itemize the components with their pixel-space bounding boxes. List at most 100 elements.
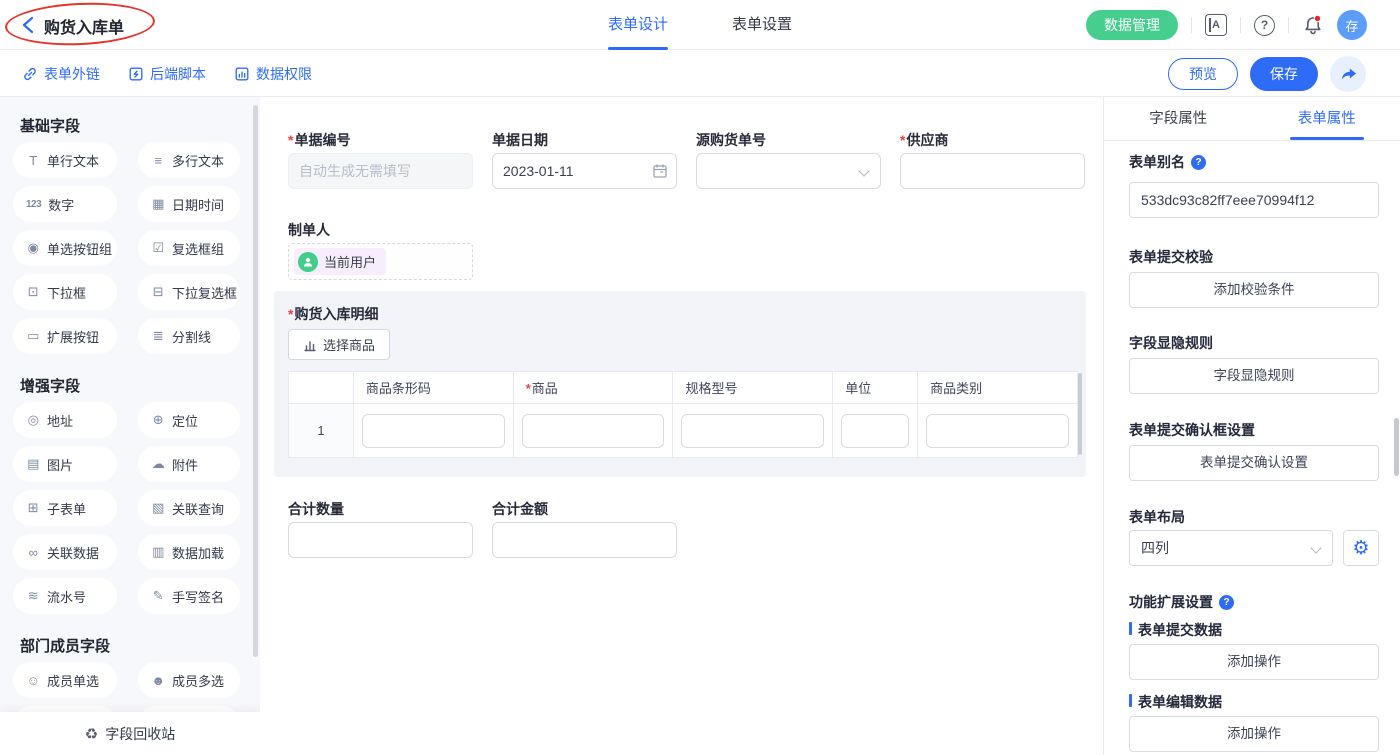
edit-data-add-button[interactable]: 添加操作	[1129, 716, 1379, 752]
spec-cell-input[interactable]	[681, 414, 824, 448]
field-item-member-multi[interactable]: ☻成员多选	[138, 662, 240, 698]
field-item-single-line-text[interactable]: T单行文本	[13, 142, 117, 178]
supplier-input[interactable]	[900, 153, 1085, 189]
data-manage-button[interactable]: 数据管理	[1086, 10, 1178, 40]
detail-table-scrollbar[interactable]	[1078, 373, 1082, 455]
submit-confirm-button[interactable]: 表单提交确认设置	[1129, 445, 1379, 481]
top-header: 购货入库单 表单设计 表单设置 数据管理 A ? 存	[0, 0, 1400, 50]
people-icon: ☻	[151, 673, 165, 688]
bill-date-picker[interactable]	[492, 153, 677, 189]
button-icon: ▭	[26, 328, 40, 344]
docs-book-icon[interactable]: A	[1205, 14, 1227, 36]
purchase-detail-section[interactable]: *购货入库明细 选择商品 商品条形码 *商品 规格型号 单位 商品类别 1	[274, 291, 1086, 477]
save-button[interactable]: 保存	[1250, 57, 1318, 91]
external-link-button[interactable]: 表单外链	[22, 64, 100, 84]
field-item-multi-line-text[interactable]: ≡多行文本	[138, 142, 240, 178]
help-icon[interactable]: ?	[1254, 15, 1275, 36]
back-icon[interactable]	[21, 16, 35, 34]
tab-field-properties[interactable]: 字段属性	[1104, 97, 1253, 140]
field-recycle-bin[interactable]: ♻ 字段回收站	[0, 712, 260, 755]
properties-panel: 字段属性 表单属性 表单别名? 表单提交校验 添加校验条件 字段显隐规则 字段显…	[1103, 97, 1400, 755]
field-item-number[interactable]: 123数字	[13, 186, 117, 222]
notification-bell-icon[interactable]	[1302, 14, 1324, 36]
link-icon	[22, 66, 38, 82]
field-item-checkbox-group[interactable]: ☑复选框组	[138, 230, 240, 266]
divider	[1240, 17, 1241, 33]
user-avatar[interactable]: 存	[1337, 10, 1367, 40]
field-item-datetime[interactable]: ▦日期时间	[138, 186, 240, 222]
linked-query-icon: ▧	[151, 500, 165, 516]
field-item-extend-button[interactable]: ▭扩展按钮	[13, 318, 117, 354]
text-icon: T	[26, 153, 40, 168]
field-item-address[interactable]: ◎地址	[13, 402, 117, 438]
column-header-unit: 单位	[833, 372, 918, 404]
gear-icon: ⚙	[1352, 537, 1369, 559]
form-alias-input[interactable]	[1129, 182, 1379, 218]
section-title-member-fields: 部门成员字段	[20, 635, 260, 656]
field-library-sidebar: 基础字段 T单行文本 ≡多行文本 123数字 ▦日期时间 ◉单选按钮组 ☑复选框…	[0, 97, 260, 755]
field-item-linked-query[interactable]: ▧关联查询	[138, 490, 240, 526]
select-goods-button[interactable]: 选择商品	[288, 329, 390, 360]
source-order-select[interactable]	[696, 153, 881, 189]
window-scrollbar[interactable]	[1394, 418, 1399, 476]
field-item-signature[interactable]: ✎手写签名	[138, 578, 240, 614]
radio-icon: ◉	[26, 240, 40, 256]
source-order-label: 源购货单号	[696, 130, 766, 150]
column-header-barcode: 商品条形码	[353, 372, 513, 404]
unit-cell-input[interactable]	[841, 414, 909, 448]
user-tag-avatar-icon	[298, 252, 318, 272]
submit-data-add-button[interactable]: 添加操作	[1129, 644, 1379, 680]
bill-date-input[interactable]	[492, 153, 677, 189]
data-permission-button[interactable]: 数据权限	[234, 64, 312, 84]
multiselect-icon: ⊟	[151, 284, 165, 300]
supplier-label: *供应商	[900, 130, 948, 150]
form-toolbar: 表单外链 后端脚本 数据权限 预览 保存	[0, 50, 1400, 97]
form-layout-select[interactable]: 四列	[1129, 530, 1333, 566]
field-visibility-button[interactable]: 字段显隐规则	[1129, 358, 1379, 394]
header-tabs: 表单设计 表单设置	[608, 0, 792, 50]
permission-icon	[234, 66, 250, 82]
subform-icon: ⊞	[26, 500, 40, 516]
backend-script-button[interactable]: 后端脚本	[128, 64, 206, 84]
share-button[interactable]	[1330, 56, 1366, 92]
field-item-divider[interactable]: ≣分割线	[138, 318, 240, 354]
field-item-multi-select[interactable]: ⊟下拉复选框	[138, 274, 240, 310]
checkbox-icon: ☑	[151, 240, 165, 256]
help-icon[interactable]: ?	[1219, 595, 1234, 610]
field-item-select[interactable]: ⊡下拉框	[13, 274, 117, 310]
layout-settings-button[interactable]: ⚙	[1343, 530, 1379, 566]
extension-settings-label: 功能扩展设置?	[1129, 592, 1234, 612]
detail-table-row: 1	[289, 404, 1078, 458]
bill-no-input[interactable]	[288, 153, 473, 189]
tab-form-properties[interactable]: 表单属性	[1253, 97, 1400, 140]
number-icon: 123	[26, 199, 41, 210]
total-amount-label: 合计金额	[492, 499, 548, 519]
add-validation-button[interactable]: 添加校验条件	[1129, 272, 1379, 308]
tab-form-settings[interactable]: 表单设置	[732, 0, 792, 50]
field-item-linked-data[interactable]: ∞关联数据	[13, 534, 117, 570]
field-item-data-load[interactable]: ▥数据加载	[138, 534, 240, 570]
field-item-geolocation[interactable]: ⊕定位	[138, 402, 240, 438]
total-qty-input[interactable]	[288, 522, 473, 558]
field-item-radio-group[interactable]: ◉单选按钮组	[13, 230, 117, 266]
field-item-attachment[interactable]: ☁附件	[138, 446, 240, 482]
current-user-tag[interactable]: 当前用户	[294, 248, 386, 275]
form-design-canvas[interactable]: *单据编号 单据日期 源购货单号 *供应商 制单人 当前用户 *购货入库明细 选…	[260, 97, 1103, 755]
submit-data-subsection: 表单提交数据	[1129, 620, 1222, 640]
field-item-subform[interactable]: ⊞子表单	[13, 490, 117, 526]
creator-label: 制单人	[288, 220, 330, 240]
barcode-cell-input[interactable]	[362, 414, 505, 448]
help-icon[interactable]: ?	[1191, 155, 1206, 170]
total-amount-input[interactable]	[492, 522, 677, 558]
field-item-member-single[interactable]: ☺成员单选	[13, 662, 117, 698]
category-cell-input[interactable]	[926, 414, 1069, 448]
goods-cell-input[interactable]	[522, 414, 665, 448]
edit-data-subsection: 表单编辑数据	[1129, 692, 1222, 712]
sidebar-scrollbar[interactable]	[253, 105, 258, 657]
field-item-image[interactable]: ▤图片	[13, 446, 117, 482]
tab-form-design[interactable]: 表单设计	[608, 0, 668, 50]
field-item-serial-number[interactable]: ≋流水号	[13, 578, 117, 614]
submit-validation-label: 表单提交校验	[1129, 247, 1213, 267]
preview-button[interactable]: 预览	[1168, 58, 1238, 90]
creator-field[interactable]: 当前用户	[288, 243, 473, 280]
